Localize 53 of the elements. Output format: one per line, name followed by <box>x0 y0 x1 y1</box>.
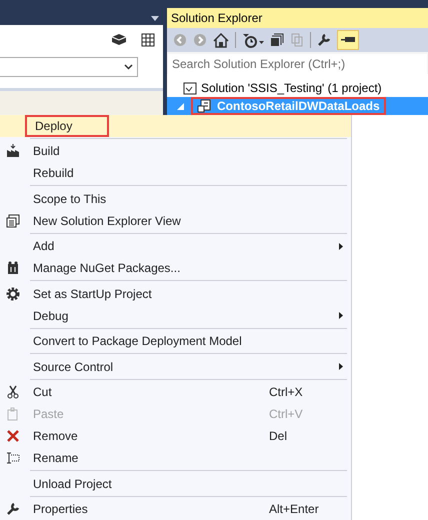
collapse-icon[interactable] <box>270 33 284 47</box>
shortcut-label: Alt+Enter <box>269 500 320 518</box>
chevron-down-icon <box>124 64 133 70</box>
menu-item[interactable]: Convert to Package Deployment Model <box>0 330 351 352</box>
grid-icon[interactable] <box>139 33 155 47</box>
submenu-arrow-icon <box>339 312 343 320</box>
search-field[interactable]: Search Solution Explorer (Ctrl+;) <box>168 54 427 74</box>
expand-arrow-icon[interactable] <box>177 102 187 110</box>
highlight-box: ContosoRetailDWDataLoads <box>191 97 386 115</box>
pin-icon <box>341 37 355 43</box>
shortcut-label: Ctrl+V <box>269 406 304 424</box>
submenu-arrow-icon <box>339 242 343 250</box>
home-icon[interactable] <box>213 32 229 48</box>
shortcut-label: Ctrl+X <box>269 384 304 402</box>
cut-icon <box>6 385 20 400</box>
menu-item[interactable]: Manage NuGet Packages... <box>0 257 351 280</box>
wrench-icon[interactable] <box>317 33 331 47</box>
menu-item[interactable]: Properties Alt+Enter <box>0 498 351 520</box>
menu-item[interactable]: Scope to This <box>0 188 351 210</box>
tree-item-label: Solution 'SSIS_Testing' (1 project) <box>201 80 382 97</box>
remove-icon <box>6 429 20 444</box>
menu-item[interactable]: Debug <box>0 304 351 327</box>
box-icon[interactable] <box>111 33 127 45</box>
menu-item[interactable]: Build <box>0 140 351 162</box>
menu-item[interactable]: Remove Del <box>0 425 351 448</box>
factory-icon <box>6 144 20 158</box>
highlight-box: Deploy <box>25 115 109 137</box>
project-icon <box>197 99 213 113</box>
menu-item[interactable]: Source Control <box>0 356 351 378</box>
package-icon <box>6 261 20 276</box>
pin-button[interactable] <box>337 30 359 50</box>
dropdown-field[interactable] <box>0 57 138 77</box>
shortcut-label: Del <box>269 428 288 446</box>
tree-item[interactable]: Solution 'SSIS_Testing' (1 project) <box>167 79 428 97</box>
paste-icon <box>6 407 20 422</box>
gear-icon <box>6 286 20 301</box>
window-list-icon <box>6 214 20 228</box>
menu-item[interactable]: Rebuild <box>0 162 351 184</box>
submenu-arrow-icon <box>339 363 343 370</box>
solution-icon <box>183 82 197 94</box>
rename-icon <box>6 451 20 466</box>
menu-item[interactable]: Deploy <box>0 115 351 137</box>
panel-title: Solution Explorer <box>167 8 428 28</box>
clock-icon[interactable] <box>242 32 264 48</box>
wrench-icon <box>6 502 20 516</box>
menu-item[interactable]: Cut Ctrl+X <box>0 381 351 404</box>
menu-item[interactable]: Rename <box>0 447 351 470</box>
menu-item[interactable]: New Solution Explorer View <box>0 210 351 232</box>
menu-item[interactable]: Unload Project <box>0 472 351 494</box>
dropdown-arrow-icon[interactable] <box>151 16 159 21</box>
menu-item[interactable]: Add <box>0 235 351 258</box>
copy-icon <box>290 33 304 47</box>
menu-item[interactable]: Set as StartUp Project <box>0 282 351 305</box>
